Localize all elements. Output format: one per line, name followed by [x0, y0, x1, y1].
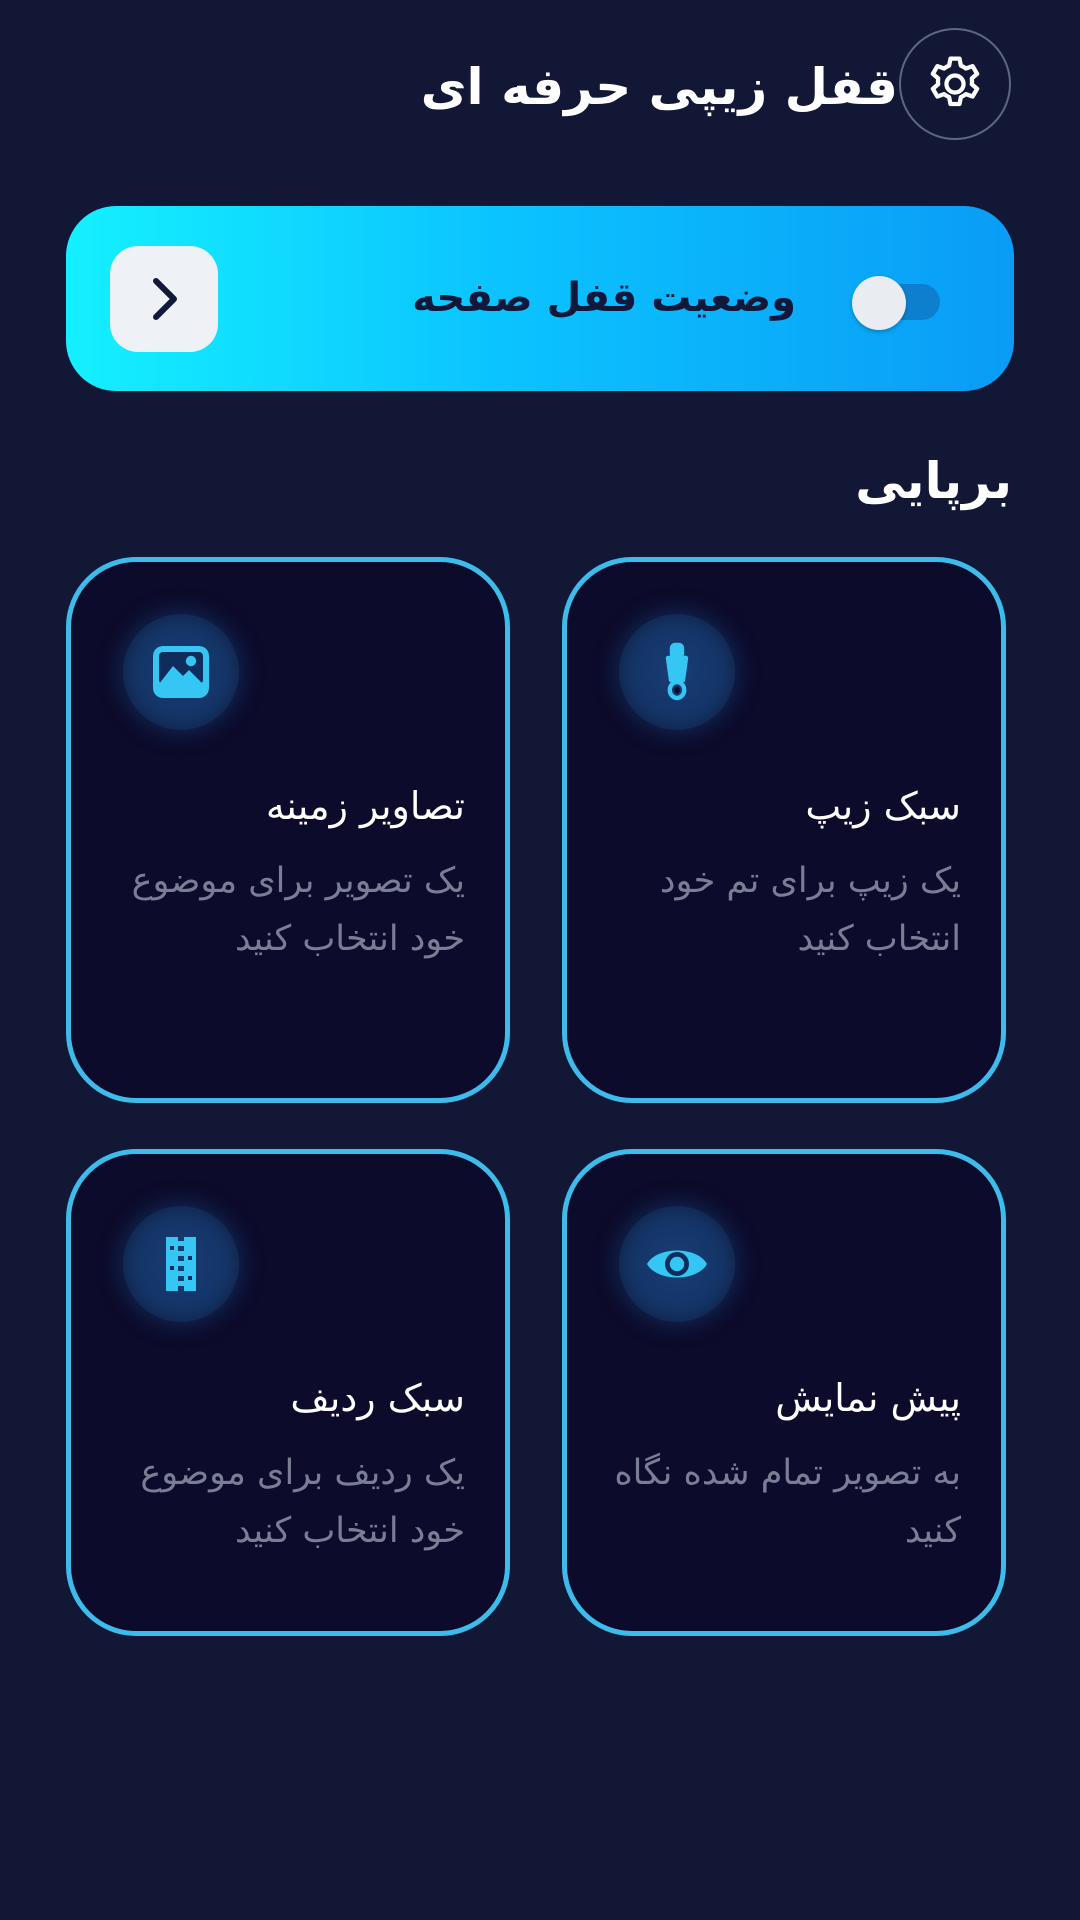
- eye-icon: [645, 1242, 709, 1286]
- chevron-right-icon: [144, 275, 184, 323]
- card-title: سبک ردیف: [290, 1376, 465, 1420]
- image-icon: [151, 644, 211, 700]
- card-description: به تصویر تمام شده نگاه کنید: [614, 1453, 961, 1551]
- card-icon-background: [619, 614, 735, 730]
- zipper-lock-home-screen: قفل زیپی حرفه ای وضعیت قفل صفحه برپایی س…: [0, 0, 1080, 1920]
- card-icon-background: [619, 1206, 735, 1322]
- app-title: قفل زیپی حرفه ای: [420, 58, 898, 116]
- card-description: یک زیپ برای تم خود انتخاب کنید: [659, 861, 961, 959]
- card-title: تصاویر زمینه: [265, 784, 465, 828]
- toggle-knob: [852, 276, 906, 330]
- zipper-row-icon: [164, 1235, 198, 1293]
- open-lock-button[interactable]: [110, 246, 218, 352]
- settings-button[interactable]: [899, 28, 1011, 140]
- card-title: سبک زیپ: [805, 784, 961, 828]
- zipper-icon: [657, 642, 697, 702]
- card-icon-background: [123, 614, 239, 730]
- card-description: یک ردیف برای موضوع خود انتخاب کنید: [140, 1453, 465, 1551]
- row-style-card[interactable]: سبک ردیف یک ردیف برای موضوع خود انتخاب ک…: [66, 1149, 510, 1636]
- preview-card[interactable]: پیش نمایش به تصویر تمام شده نگاه کنید: [562, 1149, 1006, 1636]
- gear-icon: [923, 52, 987, 116]
- card-title: پیش نمایش: [775, 1376, 961, 1420]
- lock-status-banner: وضعیت قفل صفحه: [66, 206, 1014, 391]
- lock-status-label: وضعیت قفل صفحه: [412, 275, 796, 321]
- card-description: یک تصویر برای موضوع خود انتخاب کنید: [131, 861, 465, 959]
- zipper-style-card[interactable]: سبک زیپ یک زیپ برای تم خود انتخاب کنید: [562, 557, 1006, 1103]
- wallpapers-card[interactable]: تصاویر زمینه یک تصویر برای موضوع خود انت…: [66, 557, 510, 1103]
- lock-status-toggle[interactable]: [852, 276, 940, 330]
- setup-section-title: برپایی: [855, 452, 1012, 510]
- card-icon-background: [123, 1206, 239, 1322]
